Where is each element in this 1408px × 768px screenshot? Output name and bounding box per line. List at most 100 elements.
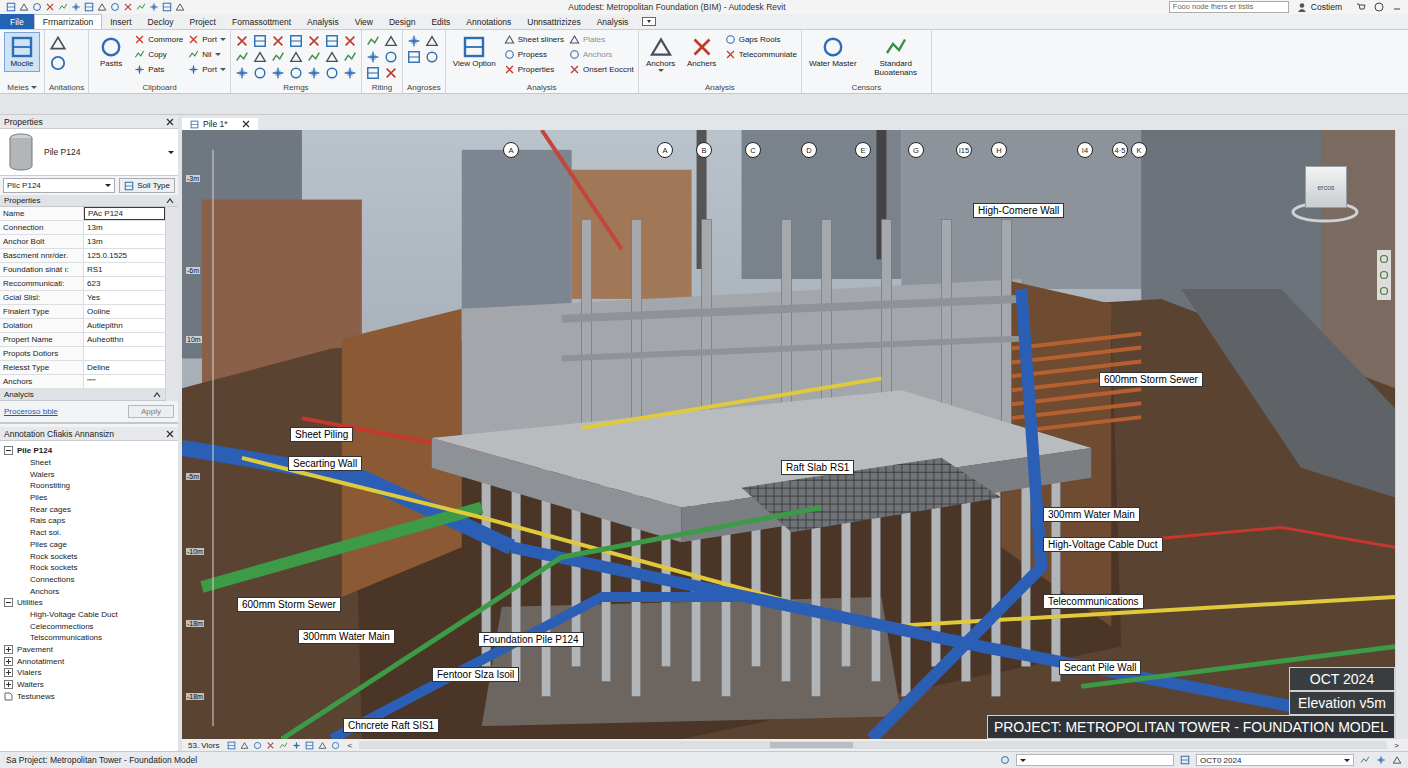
tool-button[interactable] <box>343 66 357 80</box>
section-header[interactable]: Properties <box>0 195 178 207</box>
collapse-icon[interactable] <box>153 392 161 398</box>
ribbon-small-button[interactable]: Properties <box>504 63 564 76</box>
tool-button[interactable] <box>253 66 267 80</box>
ribbon-tab[interactable]: Edits <box>423 14 458 29</box>
collapse-icon[interactable] <box>166 198 174 204</box>
ribbon-tab[interactable]: Frrnarrization <box>34 14 103 29</box>
ribbon-tab[interactable]: Decloy <box>140 14 182 29</box>
ribbon-button[interactable]: Anchers <box>684 32 720 72</box>
ribbon-tab[interactable]: Design <box>381 14 423 29</box>
user-icon[interactable] <box>1297 2 1307 12</box>
tree-item[interactable]: Piles <box>0 492 178 504</box>
tree-item[interactable]: Rock sockets <box>0 562 178 574</box>
ribbon-small-button[interactable]: Gaps Rools <box>725 33 797 46</box>
model-tag[interactable]: Chncrete Raft SIS1 <box>343 718 439 733</box>
tool-button[interactable] <box>49 34 67 52</box>
tool-button[interactable] <box>325 34 339 48</box>
tool-button[interactable] <box>235 66 249 80</box>
tool-button[interactable] <box>343 34 357 48</box>
tool-button[interactable] <box>49 54 67 72</box>
ribbon-tab[interactable]: File <box>0 14 34 29</box>
ribbon-button[interactable]: Pastts <box>93 32 129 72</box>
tree-item[interactable]: Roonstiting <box>0 480 178 492</box>
ribbon-small-button[interactable]: Nil <box>188 48 226 61</box>
navigation-icon[interactable] <box>1379 254 1389 264</box>
dropdown-caret-icon[interactable] <box>215 53 221 56</box>
expand-icon[interactable] <box>4 645 13 654</box>
property-value[interactable]: 13m <box>84 235 165 248</box>
tree-item[interactable]: Connections <box>0 574 178 586</box>
tree-item[interactable]: Annotatiment <box>0 655 178 667</box>
grid-bubble[interactable]: D <box>801 142 817 158</box>
property-value[interactable] <box>84 347 165 360</box>
model-tag[interactable]: Raft Slab RS1 <box>781 460 854 475</box>
tool-button[interactable] <box>407 50 421 64</box>
grid-bubble[interactable]: H <box>991 142 1007 158</box>
tool-button[interactable] <box>425 34 439 48</box>
type-selector[interactable]: Pile P124 <box>0 129 178 176</box>
model-tag[interactable]: Secarting Wall <box>288 456 362 471</box>
model-tag[interactable]: 600mm Storm Sewer <box>237 597 341 612</box>
tree-item[interactable]: Rear cages <box>0 503 178 515</box>
scale-label[interactable]: 53. Viors <box>188 741 219 750</box>
help-icon[interactable] <box>1374 2 1384 12</box>
close-icon[interactable] <box>242 120 250 128</box>
ribbon-tab[interactable]: Analysis <box>299 14 347 29</box>
tool-button[interactable] <box>235 50 249 64</box>
property-value[interactable]: Ooline <box>84 305 165 318</box>
grid-bubble[interactable]: 4·5 <box>1112 142 1128 158</box>
tree-item[interactable]: Piles cage <box>0 539 178 551</box>
3d-viewport[interactable]: AABCDEGI15HI44·5K -3m-6m10m-5m-10m-18m-1… <box>182 130 1395 739</box>
dropdown-caret-icon[interactable] <box>31 86 37 89</box>
model-tag[interactable]: Telecommunications <box>1043 594 1144 609</box>
tree-item[interactable]: Anchors <box>0 585 178 597</box>
ribbon-small-button[interactable]: Propess <box>504 48 564 61</box>
ribbon-tab[interactable]: Annotations <box>458 14 519 29</box>
model-tag[interactable]: Foundation Pile P124 <box>478 632 584 647</box>
property-value[interactable]: 623 <box>84 277 165 290</box>
tool-button[interactable] <box>325 50 339 64</box>
dropdown-caret-icon[interactable] <box>220 68 226 71</box>
grid-bubble[interactable]: E <box>855 142 871 158</box>
dropdown-caret-icon[interactable] <box>220 38 226 41</box>
date-dropdown[interactable]: OCT0 2024 <box>1196 754 1354 766</box>
ribbon-tab[interactable]: Unnsattrizizes <box>519 14 588 29</box>
minimize-icon[interactable] <box>1392 2 1402 12</box>
scrollbar[interactable] <box>165 207 178 401</box>
ribbon-button[interactable]: Water Master <box>806 32 860 72</box>
dropdown-caret-icon[interactable] <box>658 69 664 72</box>
instance-dropdown[interactable]: Pilc P124 <box>3 178 115 193</box>
tool-button[interactable] <box>343 50 357 64</box>
dropdown-caret-icon[interactable] <box>168 151 174 154</box>
tree-item[interactable]: Sheet <box>0 457 178 469</box>
ribbon-tab[interactable]: Insert <box>102 14 139 29</box>
tool-button[interactable] <box>235 34 249 48</box>
section-header[interactable]: Analycis <box>0 389 165 401</box>
tool-button[interactable] <box>407 34 421 48</box>
property-value[interactable]: Autieplthn <box>84 319 165 332</box>
tree-item[interactable]: Telscommunications <box>0 632 178 644</box>
tool-button[interactable] <box>289 34 303 48</box>
panel-toggle-icon[interactable] <box>642 17 656 26</box>
tree-item[interactable]: High-Voltage Cable Duct <box>0 609 178 621</box>
tool-button[interactable] <box>366 34 380 48</box>
tree-item[interactable]: Rais caps <box>0 515 178 527</box>
tree-item[interactable]: Testunews <box>0 690 178 702</box>
model-tag[interactable]: 600mm Storm Sewer <box>1099 372 1203 387</box>
ribbon-small-button[interactable]: Plates <box>569 33 634 46</box>
model-tag[interactable]: High-Voltage Cable Duct <box>1043 537 1163 552</box>
tool-button[interactable] <box>289 66 303 80</box>
edit-type-button[interactable]: Soil Type <box>119 178 175 193</box>
tree-item[interactable]: Waiters <box>0 679 178 691</box>
tool-button[interactable] <box>253 50 267 64</box>
tree-item[interactable]: Vlalers <box>0 667 178 679</box>
ribbon-tab[interactable]: Analysis <box>589 14 637 29</box>
tool-button[interactable] <box>307 66 321 80</box>
grid-bubble[interactable]: K <box>1131 142 1147 158</box>
ribbon-small-button[interactable]: Copy <box>134 48 183 61</box>
tool-button[interactable] <box>366 50 380 64</box>
model-tag[interactable]: 300mm Water Main <box>298 629 395 644</box>
horizontal-scrollbar[interactable] <box>359 741 1387 749</box>
ribbon-tab[interactable]: View <box>347 14 381 29</box>
ribbon-button[interactable]: Mocile <box>4 32 40 72</box>
